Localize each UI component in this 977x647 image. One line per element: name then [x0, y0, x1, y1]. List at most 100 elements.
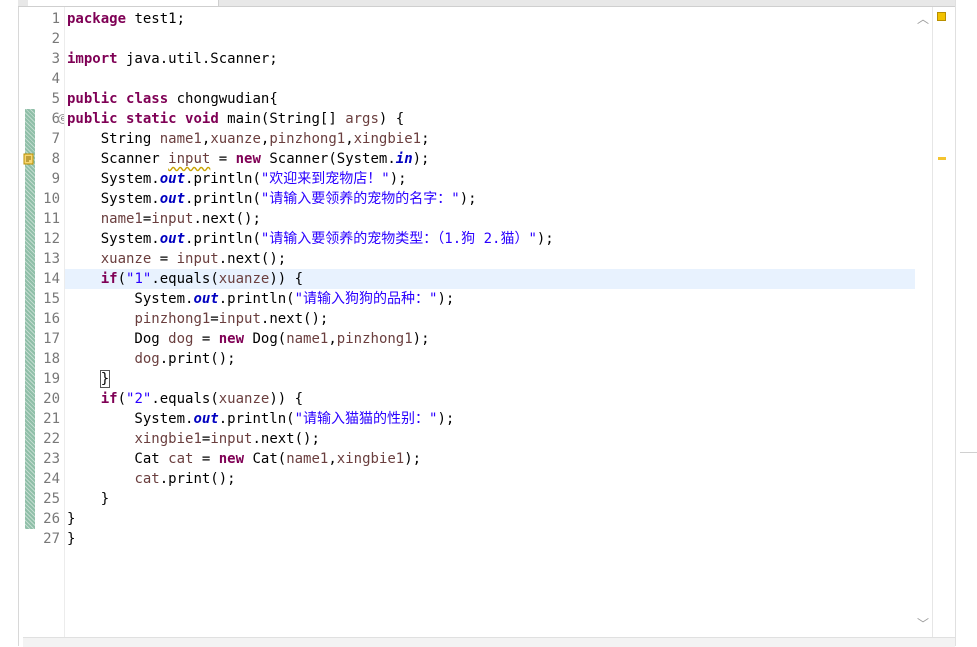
code-line[interactable]: } — [67, 529, 75, 549]
warning-summary-icon[interactable] — [937, 12, 946, 21]
code-line[interactable]: } — [67, 489, 109, 509]
code-line[interactable]: name1=input.next(); — [67, 209, 261, 229]
keyword-token: static — [126, 111, 177, 127]
variable-token: cat — [134, 471, 160, 487]
variable-token: xuanze — [210, 131, 261, 147]
code-token: = — [151, 251, 177, 267]
java-editor[interactable]: 1 2 3 4 5 6 ⊖ 7 8 9 10 11 12 13 14 15 16 17 18 19 20 21 22 23 24… — [23, 7, 955, 637]
code-token: .println( — [185, 231, 261, 247]
keyword-token: import — [67, 51, 118, 67]
editor-tab-strip[interactable] — [18, 0, 977, 7]
code-token: , — [345, 131, 354, 147]
line-number: 23 — [43, 451, 60, 467]
code-line[interactable]: dog.print(); — [67, 349, 235, 369]
active-editor-tab[interactable] — [28, 0, 219, 6]
line-number: 2 — [51, 31, 60, 47]
line-number: 5 — [51, 91, 60, 107]
overview-warning-marker[interactable] — [938, 157, 946, 160]
code-token: ; — [421, 131, 430, 147]
code-line[interactable]: } — [67, 509, 75, 529]
matching-bracket: } — [99, 370, 111, 388]
code-line[interactable]: Cat cat = new Cat(name1,xingbie1); — [67, 449, 421, 469]
code-token: Dog — [67, 331, 169, 347]
chevron-up-icon[interactable]: ︿ — [914, 11, 932, 27]
keyword-token: public — [67, 91, 118, 107]
code-token: ) { — [378, 111, 405, 127]
code-line[interactable]: String name1,xuanze,pinzhong1,xingbie1; — [67, 129, 430, 149]
code-line[interactable]: xuanze = input.next(); — [67, 249, 286, 269]
code-line[interactable]: import java.util.Scanner; — [67, 49, 278, 69]
variable-token: input — [151, 211, 194, 227]
line-number: 27 — [43, 531, 60, 547]
code-token: chongwudian{ — [168, 91, 278, 107]
code-token: ); — [404, 451, 422, 467]
code-line[interactable]: package test1; — [67, 9, 185, 29]
code-line[interactable]: Scanner input = new Scanner(System.in); — [67, 149, 430, 169]
code-line[interactable]: System.out.println("请输入要领养的宠物的名字："); — [67, 189, 477, 209]
code-token: } — [67, 491, 110, 507]
variable-token: xuanze — [100, 251, 152, 267]
code-line[interactable]: if("1".equals(xuanze)) { — [67, 269, 303, 289]
code-line[interactable]: cat.print(); — [67, 469, 235, 489]
code-line[interactable]: System.out.println("请输入要领养的宠物类型：（1.狗 2.猫… — [67, 229, 554, 249]
code-line[interactable]: public class chongwudian{ — [67, 89, 278, 109]
code-token: .println( — [218, 291, 295, 307]
code-token: .equals( — [151, 391, 219, 407]
line-number: 7 — [51, 131, 60, 147]
code-token: , — [328, 331, 337, 347]
code-line[interactable]: System.out.println("请输入猫猫的性别："); — [67, 409, 454, 429]
code-line[interactable]: pinzhong1=input.next(); — [67, 309, 328, 329]
overview-ruler[interactable] — [932, 7, 955, 637]
warning-icon[interactable] — [23, 153, 35, 165]
code-token: } — [67, 511, 76, 527]
code-token: test1; — [126, 11, 186, 27]
keyword-token: new — [235, 151, 261, 167]
code-token: .println( — [185, 171, 261, 187]
code-line[interactable]: xingbie1=input.next(); — [67, 429, 320, 449]
variable-token: cat — [168, 451, 194, 467]
string-literal: "请输入要领养的宠物类型：（1.狗 2.猫）" — [260, 231, 537, 247]
string-literal: "请输入猫猫的性别：" — [294, 411, 438, 427]
code-token: ); — [389, 171, 407, 187]
variable-token: input — [218, 311, 261, 327]
variable-token: pinzhong1 — [336, 331, 413, 347]
code-token: } — [67, 531, 76, 547]
variable-token: input — [176, 251, 219, 267]
code-line[interactable]: System.out.println("请输入狗狗的品种："); — [67, 289, 454, 309]
code-token: .println( — [218, 411, 295, 427]
code-token: = — [210, 311, 219, 327]
code-token: = — [210, 151, 236, 167]
keyword-token: if — [100, 271, 118, 287]
code-token: = — [193, 331, 219, 347]
line-number: 20 — [43, 391, 60, 407]
code-token: )) { — [269, 271, 304, 287]
code-token: Scanner — [67, 151, 169, 167]
line-number: 24 — [43, 471, 60, 487]
code-line[interactable]: if("2".equals(xuanze)) { — [67, 389, 303, 409]
variable-token: xuanze — [218, 271, 270, 287]
code-line[interactable]: System.out.println("欢迎来到宠物店！"); — [67, 169, 407, 189]
line-number: 1 — [51, 11, 60, 27]
code-token: String — [67, 131, 160, 147]
variable-token: xingbie1 — [336, 451, 405, 467]
line-number: 25 — [43, 491, 60, 507]
line-number: 18 — [43, 351, 60, 367]
variable-token: pinzhong1 — [269, 131, 346, 147]
line-number-ruler: 1 2 3 4 5 6 ⊖ 7 8 9 10 11 12 13 14 15 16 17 18 19 20 21 22 23 24… — [36, 7, 68, 637]
code-token: .next(); — [252, 431, 320, 447]
code-line[interactable]: public static void main(String[] args) { — [67, 109, 404, 129]
eclipse-editor-window: 1 2 3 4 5 6 ⊖ 7 8 9 10 11 12 13 14 15 16 17 18 19 20 21 22 23 24… — [0, 0, 977, 647]
code-token: Cat — [67, 451, 169, 467]
code-text-area[interactable]: package test1; import java.util.Scanner; p… — [64, 7, 915, 637]
code-token: Cat( — [244, 451, 287, 467]
code-line[interactable]: } — [67, 369, 111, 389]
code-line[interactable]: Dog dog = new Dog(name1,pinzhong1); — [67, 329, 429, 349]
string-literal: "请输入要领养的宠物的名字：" — [260, 191, 460, 207]
chevron-down-icon[interactable]: ﹀ — [914, 616, 932, 632]
left-panel-edge — [0, 0, 19, 646]
line-number: 14 — [43, 271, 60, 287]
